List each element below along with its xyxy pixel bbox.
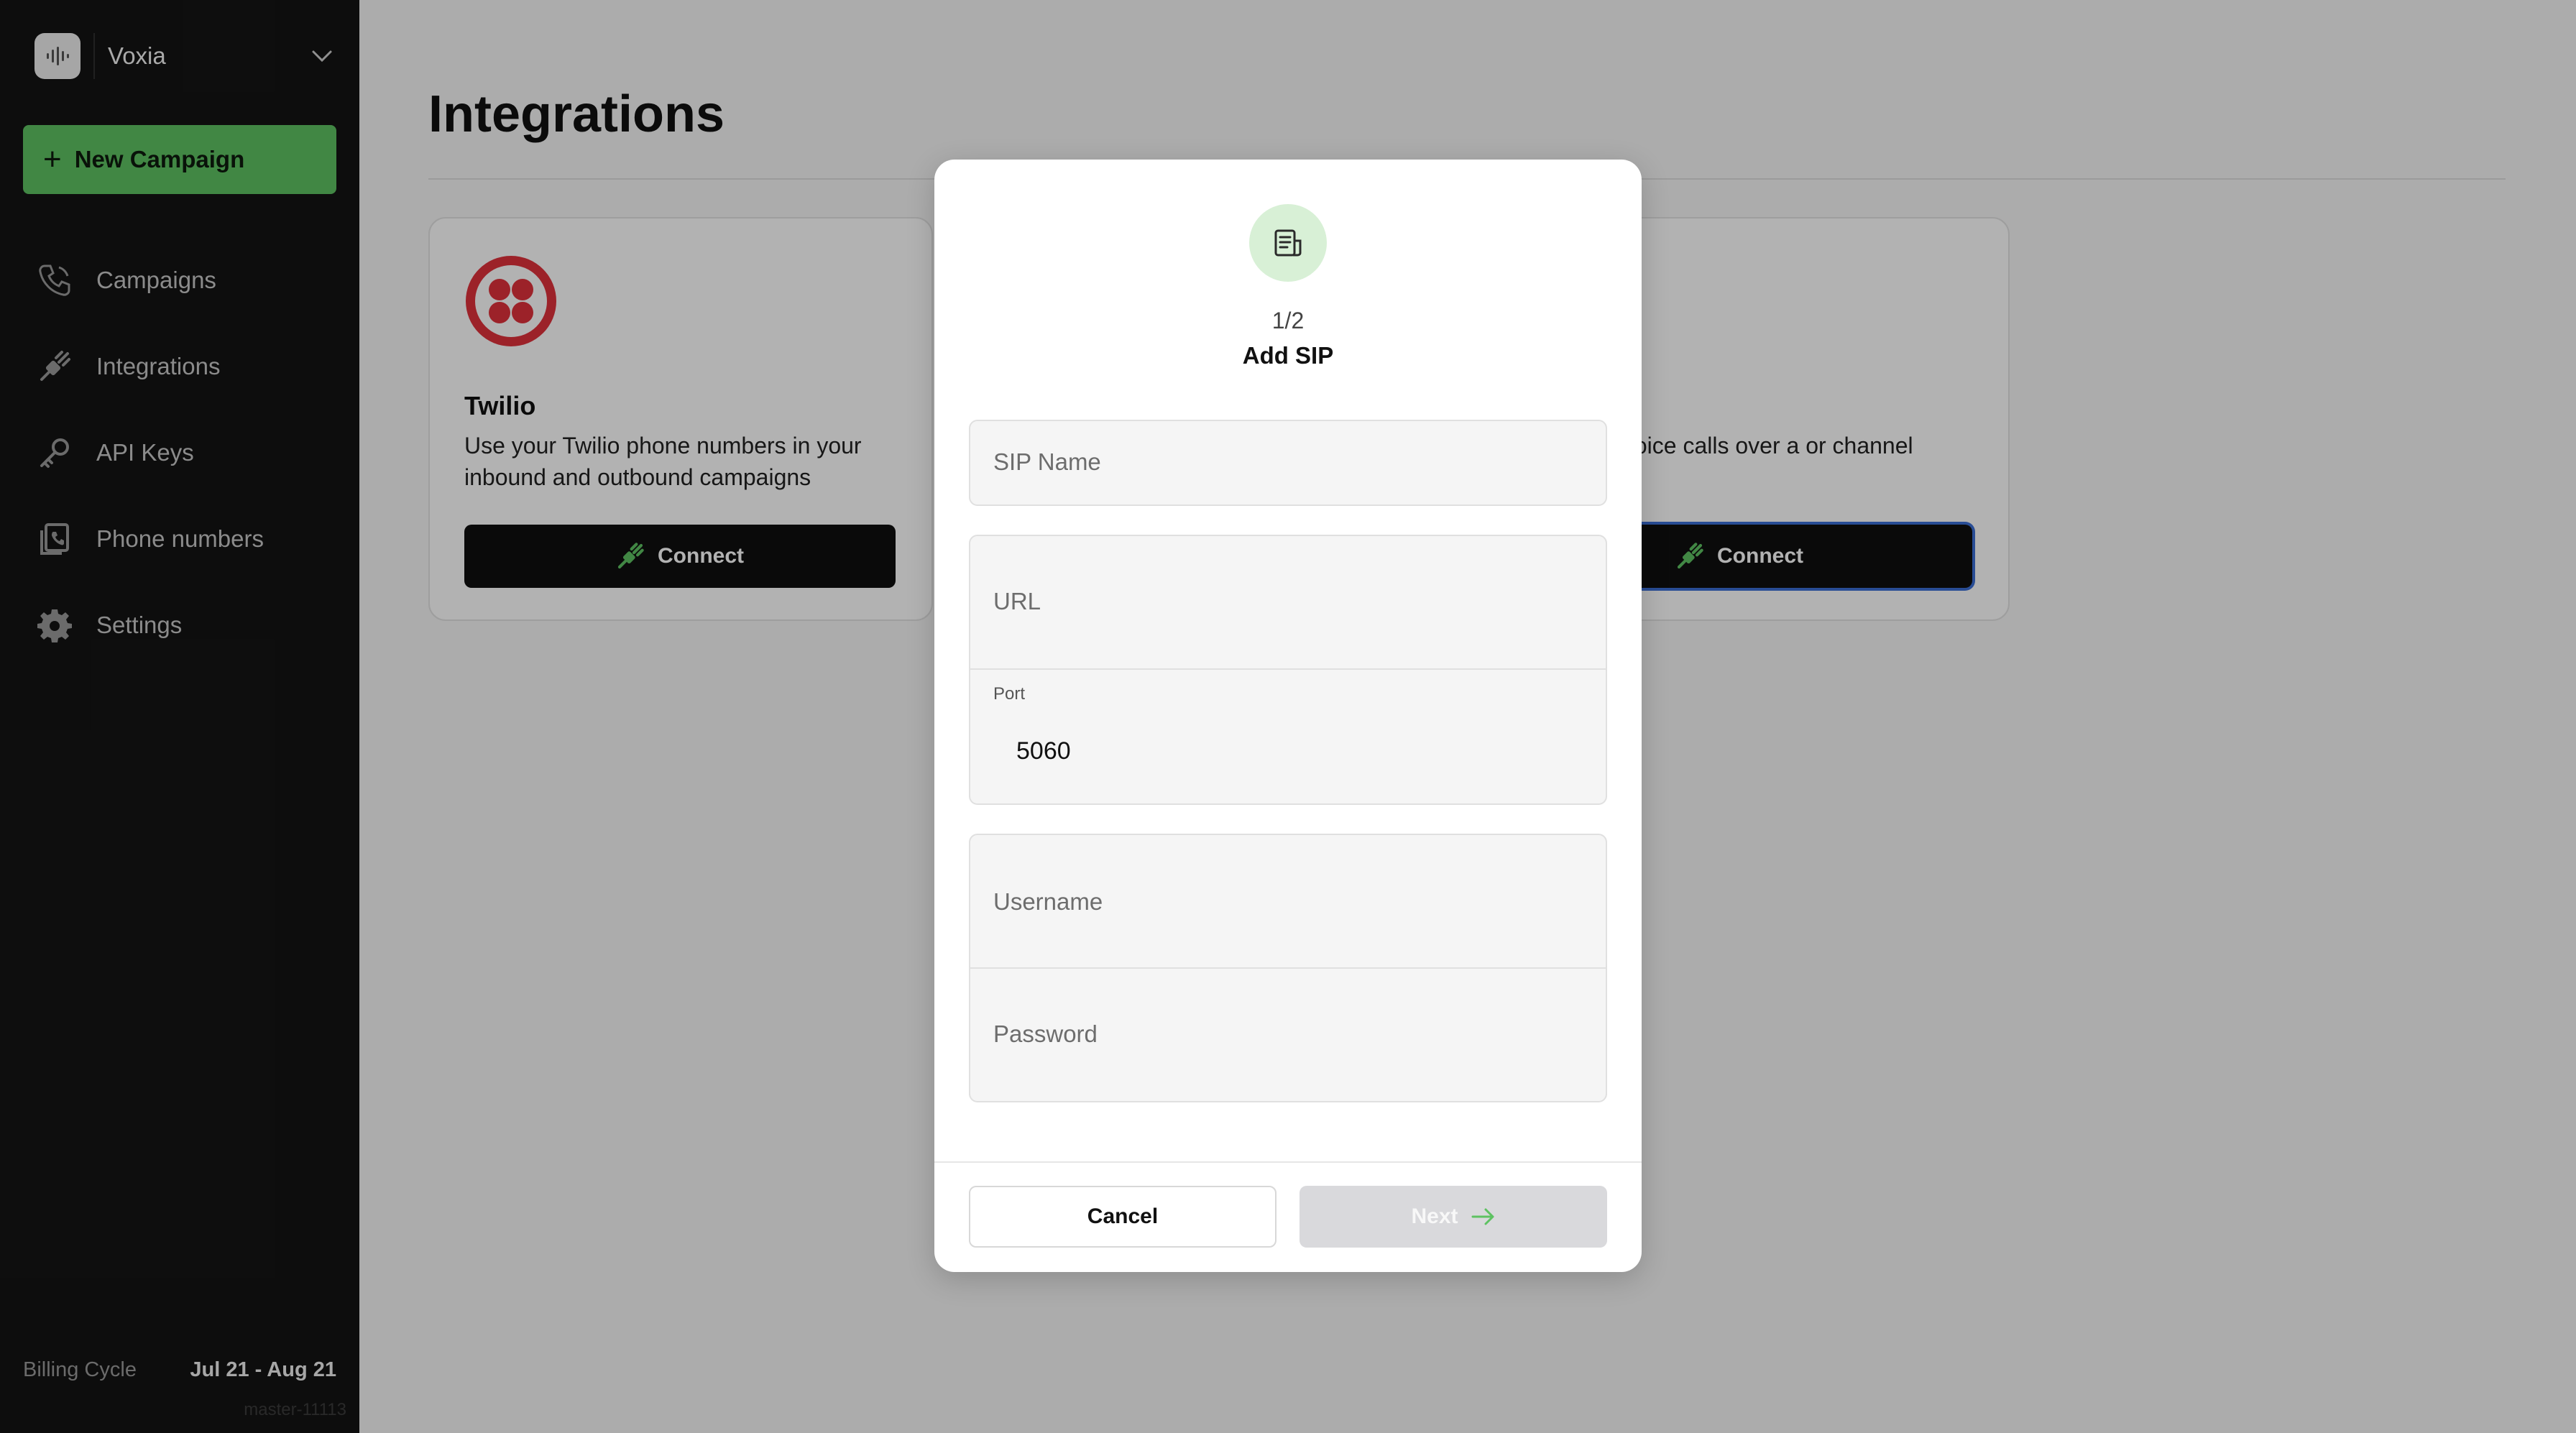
username-field[interactable]: Username	[969, 834, 1607, 969]
port-field[interactable]: Port 5060	[969, 670, 1607, 805]
step-indicator: 1/2	[1271, 308, 1305, 333]
modal-footer-divider	[934, 1161, 1642, 1163]
next-button-label: Next	[1411, 1204, 1458, 1228]
sip-name-placeholder: SIP Name	[993, 448, 1101, 475]
port-value: 5060	[1016, 737, 1071, 765]
password-placeholder: Password	[993, 1020, 1098, 1047]
app-root: Voxia + New Campaign Campaigns Integrati…	[0, 0, 2576, 1433]
url-field[interactable]: URL	[969, 535, 1607, 670]
add-sip-modal: 1/2 Add SIP SIP Name URL Port 5060 Usern…	[934, 160, 1642, 1272]
port-label: Port	[993, 684, 1026, 704]
password-field[interactable]: Password	[969, 969, 1607, 1102]
url-placeholder: URL	[993, 588, 1041, 614]
cancel-button[interactable]: Cancel	[969, 1186, 1276, 1248]
arrow-right-icon	[1471, 1207, 1496, 1226]
username-placeholder: Username	[993, 888, 1103, 915]
next-button[interactable]: Next	[1300, 1186, 1607, 1248]
document-icon	[1249, 204, 1327, 282]
modal-title: Add SIP	[1242, 342, 1334, 369]
sip-name-field[interactable]: SIP Name	[969, 420, 1607, 506]
